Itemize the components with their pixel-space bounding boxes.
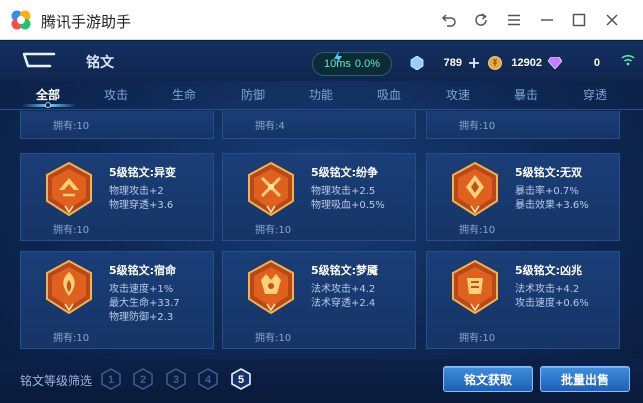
tab-penetration[interactable]: 穿透 — [571, 86, 619, 103]
inscription-stat: 暴击效果+3.6% — [515, 200, 589, 211]
level-filter-2[interactable]: 2 — [132, 368, 154, 390]
emulator-title-bar: 腾讯手游助手 — [0, 0, 643, 40]
owned-count: 拥有:10 — [255, 225, 292, 236]
close-icon[interactable] — [601, 9, 623, 31]
owned-count: 拥有:10 — [53, 121, 90, 132]
menu-icon[interactable] — [503, 9, 525, 31]
inscription-stat: 最大生命+33.7 — [109, 298, 180, 309]
level-filter-5[interactable]: 5 — [230, 368, 252, 390]
page-title: 铭文 — [86, 55, 114, 71]
gem-counter: 0 — [548, 53, 604, 73]
inscription-emblem-icon — [452, 162, 498, 216]
inscription-name: 5级铭文:无双 — [515, 166, 583, 179]
inscription-stat: 攻击速度+0.6% — [515, 298, 589, 309]
inscription-card-partial[interactable]: 拥有:4 — [222, 111, 416, 139]
inscription-card[interactable]: 5级铭文:异变 物理攻击+2 物理穿透+3.6 拥有:10 — [20, 153, 214, 241]
owned-count: 拥有:10 — [459, 225, 496, 236]
refresh-icon[interactable] — [470, 9, 492, 31]
game-screen: 铭文 10ms 0.0% 789 12902 0 全部 攻击 生命 防御 功能 … — [0, 41, 643, 403]
gem-icon — [548, 57, 562, 69]
inscription-name: 5级铭文:宿命 — [109, 264, 177, 277]
level-filter-label: 1 — [108, 374, 114, 386]
app-logo-icon — [11, 10, 31, 30]
inscription-stat: 法术攻击+4.2 — [311, 284, 376, 295]
maximize-icon[interactable] — [568, 9, 590, 31]
gem-value: 0 — [593, 57, 600, 69]
back-icon[interactable] — [438, 9, 460, 31]
inscription-stat: 物理攻击+2 — [109, 186, 164, 197]
inscription-card[interactable]: 5级铭文:宿命 攻击速度+1% 最大生命+33.7 物理防御+2.3 拥有:10 — [20, 251, 214, 349]
wifi-icon — [621, 54, 635, 66]
bulk-sell-button[interactable]: 批量出售 — [540, 366, 630, 392]
level-filter-label: 3 — [173, 374, 179, 386]
inscription-stat: 物理穿透+3.6 — [109, 200, 174, 211]
minimize-icon[interactable] — [536, 9, 558, 31]
inscription-stat: 法术穿透+2.4 — [311, 298, 376, 309]
packet-loss-value: 0.0% — [354, 58, 380, 70]
tab-defense[interactable]: 防御 — [229, 86, 277, 103]
owned-count: 拥有:4 — [255, 121, 285, 132]
tab-attack[interactable]: 攻击 — [92, 86, 140, 103]
inscription-stat: 物理攻击+2.5 — [311, 186, 376, 197]
inscription-emblem-icon — [46, 162, 92, 216]
owned-count: 拥有:10 — [459, 121, 496, 132]
inscription-emblem-icon — [248, 260, 294, 314]
tab-utility[interactable]: 功能 — [297, 86, 345, 103]
tab-divider — [0, 109, 643, 110]
game-header: 铭文 10ms 0.0% 789 12902 0 — [0, 41, 643, 81]
tab-attack-speed[interactable]: 攻速 — [434, 86, 482, 103]
inscription-card[interactable]: 5级铭文:梦魇 法术攻击+4.2 法术穿透+2.4 拥有:10 — [222, 251, 416, 349]
tab-lifesteal[interactable]: 吸血 — [365, 86, 413, 103]
inscription-stat: 物理防御+2.3 — [109, 312, 174, 323]
owned-count: 拥有:10 — [53, 333, 90, 344]
diamond-icon — [410, 56, 424, 70]
level-filter-label: 4 — [205, 374, 212, 386]
inscription-stat: 物理吸血+0.5% — [311, 200, 385, 211]
level-filter-label: 5 — [238, 374, 244, 386]
inscription-emblem-icon — [46, 260, 92, 314]
inscription-name: 5级铭文:梦魇 — [311, 264, 379, 277]
level-filter-label: 铭文等级筛选 — [20, 374, 93, 388]
inscription-name: 5级铭文:纷争 — [311, 166, 379, 179]
inscription-stat: 暴击率+0.7% — [515, 186, 579, 197]
inscription-card[interactable]: 5级铭文:凶兆 法术攻击+4.2 攻击速度+0.6% 拥有:10 — [426, 251, 620, 349]
gold-value: 12902 — [511, 57, 542, 69]
inscription-emblem-icon — [248, 162, 294, 216]
diamond-value: 789 — [443, 57, 462, 69]
inscription-card-partial[interactable]: 拥有:10 — [426, 111, 620, 139]
category-tabs: 全部 攻击 生命 防御 功能 吸血 攻速 暴击 穿透 — [0, 81, 643, 109]
level-filter-4[interactable]: 4 — [197, 368, 219, 390]
acquire-inscription-button[interactable]: 铭文获取 — [443, 366, 533, 392]
level-filter-label: 2 — [140, 374, 146, 386]
back-arrow-icon[interactable] — [20, 50, 58, 70]
inscription-name: 5级铭文:凶兆 — [515, 264, 583, 277]
inscription-name: 5级铭文:异变 — [109, 166, 177, 179]
inscription-card[interactable]: 5级铭文:纷争 物理攻击+2.5 物理吸血+0.5% 拥有:10 — [222, 153, 416, 241]
inscription-card-partial[interactable]: 拥有:10 — [20, 111, 214, 139]
add-diamond-icon[interactable] — [468, 57, 480, 69]
signal-bolt-icon — [334, 51, 342, 65]
owned-count: 拥有:10 — [53, 225, 90, 236]
owned-count: 拥有:10 — [459, 333, 496, 344]
network-status: 10ms 0.0% — [312, 51, 392, 76]
tab-crit[interactable]: 暴击 — [502, 86, 550, 103]
tab-health[interactable]: 生命 — [160, 86, 208, 103]
owned-count: 拥有:10 — [255, 333, 292, 344]
inscription-emblem-icon — [452, 260, 498, 314]
inscription-grid: 拥有:10 拥有:4 拥有:10 5级铭文:异变 物理攻击+2 物理穿透+3.6… — [0, 111, 643, 359]
footer-bar: 铭文等级筛选 1 2 3 4 5 铭文获取 批量出售 — [0, 359, 643, 403]
gold-coin-icon — [488, 56, 502, 70]
level-filter-1[interactable]: 1 — [100, 368, 122, 390]
inscription-stat: 法术攻击+4.2 — [515, 284, 580, 295]
inscription-card[interactable]: 5级铭文:无双 暴击率+0.7% 暴击效果+3.6% 拥有:10 — [426, 153, 620, 241]
gold-counter: 12902 — [488, 53, 548, 73]
inscription-stat: 攻击速度+1% — [109, 284, 174, 295]
app-title: 腾讯手游助手 — [41, 13, 132, 31]
tab-all[interactable]: 全部 — [24, 86, 72, 103]
active-tab-dot — [45, 102, 51, 108]
level-filter-3[interactable]: 3 — [165, 368, 187, 390]
diamond-counter: 789 — [410, 53, 484, 73]
